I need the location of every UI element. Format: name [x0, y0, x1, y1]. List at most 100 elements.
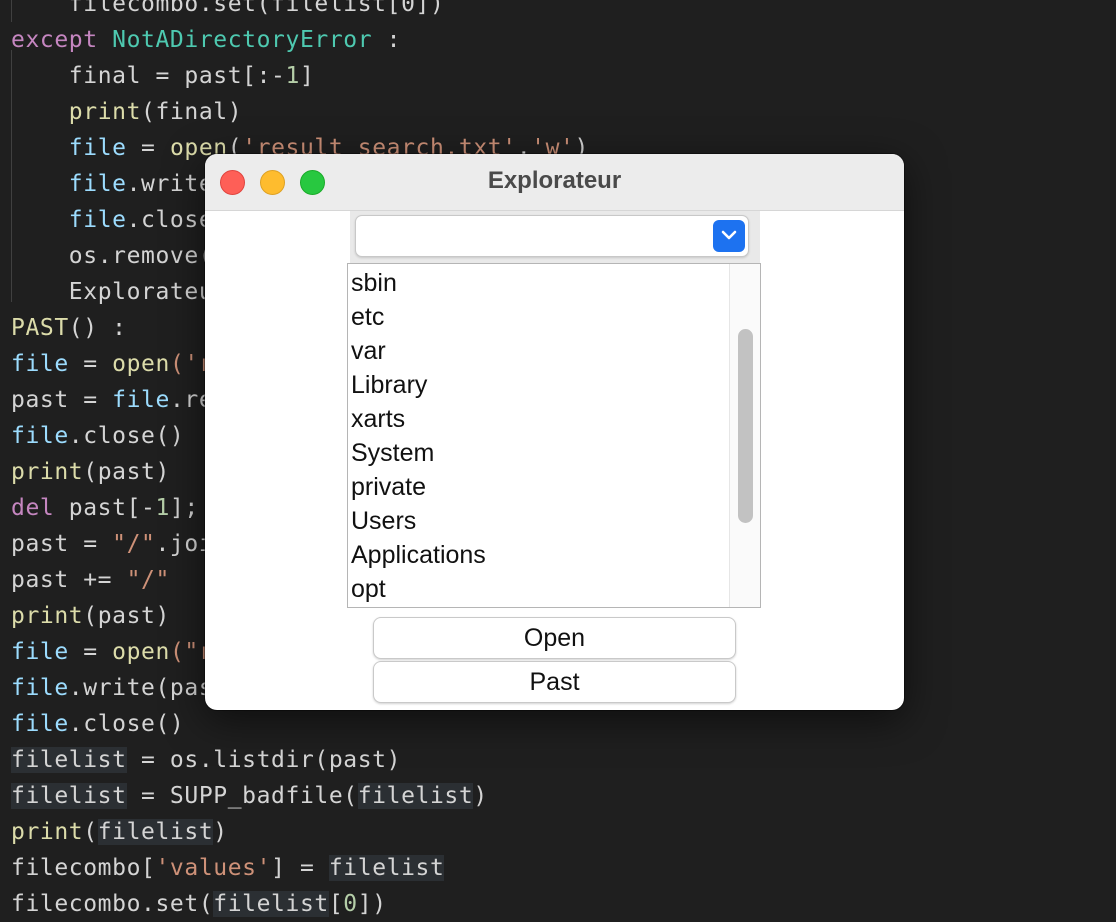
- code-line: print(filelist): [11, 814, 228, 850]
- code-line: except NotADirectoryError :: [11, 22, 401, 58]
- code-token: =: [126, 135, 170, 161]
- code-token: [: [328, 891, 344, 917]
- code-token: 'values': [155, 855, 272, 881]
- code-line: file.close(): [11, 706, 184, 742]
- indent-guide: [11, 0, 12, 22]
- code-token: file: [112, 387, 170, 413]
- code-token: file: [68, 171, 127, 197]
- code-token: filelist: [328, 855, 445, 881]
- code-token: file: [11, 639, 69, 665]
- code-token: = os.listdir(past): [126, 747, 402, 773]
- code-token: print: [68, 99, 142, 125]
- list-item[interactable]: Applications: [348, 538, 728, 572]
- code-token: filelist: [357, 783, 474, 809]
- code-line: print(final): [11, 94, 242, 130]
- code-token: 0: [343, 891, 358, 917]
- code-token: 1: [285, 63, 300, 89]
- code-token: .close(): [68, 423, 185, 449]
- code-line: del past[-1];: [11, 490, 199, 526]
- list-item[interactable]: xarts: [348, 402, 728, 436]
- window-title: Explorateur: [487, 167, 622, 194]
- code-token: except: [11, 27, 113, 53]
- code-token: final = past[:-: [68, 63, 286, 89]
- code-token: del: [11, 495, 55, 521]
- code-line: file.write(pas: [11, 670, 213, 706]
- code-token: "/": [126, 567, 170, 593]
- code-token: past[-: [54, 495, 156, 521]
- code-line: past += "/": [11, 562, 170, 598]
- code-token: file: [11, 711, 69, 737]
- code-token: .close: [126, 207, 214, 233]
- code-line: past = file.re: [11, 382, 213, 418]
- code-line: os.remove(: [11, 238, 213, 274]
- code-token: .write: [126, 171, 214, 197]
- code-token: ] =: [271, 855, 329, 881]
- code-token: open: [112, 351, 170, 377]
- code-token: filecombo[: [11, 855, 156, 881]
- explorateur-window: Explorateur sbin etc var Library xarts System…: [205, 154, 904, 710]
- code-token: past +=: [11, 567, 127, 593]
- code-token: ];: [169, 495, 199, 521]
- code-token: (past): [83, 603, 170, 629]
- code-line: Explorateu: [11, 274, 213, 310]
- code-token: print: [11, 603, 84, 629]
- code-line: filecombo['values'] = filelist: [11, 850, 445, 886]
- code-token: 1: [155, 495, 170, 521]
- code-line: filecombo.set(filelist[0]): [11, 0, 444, 22]
- code-token: filelist: [11, 783, 127, 809]
- list-item[interactable]: Library: [348, 368, 728, 402]
- code-line: file.close(): [11, 418, 184, 454]
- open-button[interactable]: Open: [373, 617, 736, 659]
- code-token: print: [11, 819, 84, 845]
- code-token: (final): [141, 99, 243, 125]
- code-line: file.close: [11, 202, 213, 238]
- code-line: filelist = os.listdir(past): [11, 742, 401, 778]
- code-token: .write(pas: [68, 675, 214, 701]
- code-token: (past): [83, 459, 170, 485]
- code-token: ): [213, 819, 228, 845]
- file-combobox[interactable]: [355, 215, 749, 257]
- list-item[interactable]: private: [348, 470, 728, 504]
- code-line: filecombo.set(filelist[0]): [11, 886, 387, 922]
- list-item[interactable]: sbin: [348, 266, 728, 300]
- list-item[interactable]: var: [348, 334, 728, 368]
- title-bar[interactable]: Explorateur: [205, 154, 904, 211]
- scrollbar-thumb[interactable]: [738, 329, 753, 523]
- list-item[interactable]: opt: [348, 572, 728, 606]
- code-token: Explorateu: [68, 279, 214, 305]
- list-item[interactable]: etc: [348, 300, 728, 334]
- code-token: =: [68, 639, 113, 665]
- code-token: ): [473, 783, 488, 809]
- code-token: past =: [11, 531, 113, 557]
- code-token: NotADirectoryError: [112, 27, 373, 53]
- code-token: =: [68, 351, 113, 377]
- code-token: = SUPP_badfile(: [126, 783, 358, 809]
- combobox-area: [350, 211, 760, 263]
- code-token: :: [372, 27, 402, 53]
- listbox-items: sbin etc var Library xarts System private Users…: [348, 266, 728, 606]
- code-line: final = past[:-1]: [11, 58, 314, 94]
- chevron-down-icon[interactable]: [713, 220, 745, 252]
- code-token: file: [68, 135, 127, 161]
- code-line: filelist = SUPP_badfile(filelist): [11, 778, 488, 814]
- code-token: ]: [299, 63, 315, 89]
- code-token: print: [11, 459, 84, 485]
- past-button[interactable]: Past: [373, 661, 736, 703]
- listbox-scrollbar[interactable]: [729, 264, 760, 607]
- code-line: print(past): [11, 454, 170, 490]
- code-line: file = open('r: [11, 346, 213, 382]
- list-item[interactable]: Users: [348, 504, 728, 538]
- file-listbox[interactable]: sbin etc var Library xarts System private Users…: [347, 263, 761, 608]
- code-line: past = "/".joi: [11, 526, 213, 562]
- code-line: file = open("r: [11, 634, 213, 670]
- code-token: filelist: [97, 819, 214, 845]
- code-token: filelist: [213, 891, 329, 917]
- code-token: file: [11, 351, 69, 377]
- list-item[interactable]: System: [348, 436, 728, 470]
- code-token: PAST: [11, 315, 69, 341]
- code-token: os.remove(: [68, 243, 214, 269]
- code-token: file: [11, 675, 69, 701]
- code-token: ]): [357, 891, 387, 917]
- code-token: open: [112, 639, 170, 665]
- code-token: (: [83, 819, 98, 845]
